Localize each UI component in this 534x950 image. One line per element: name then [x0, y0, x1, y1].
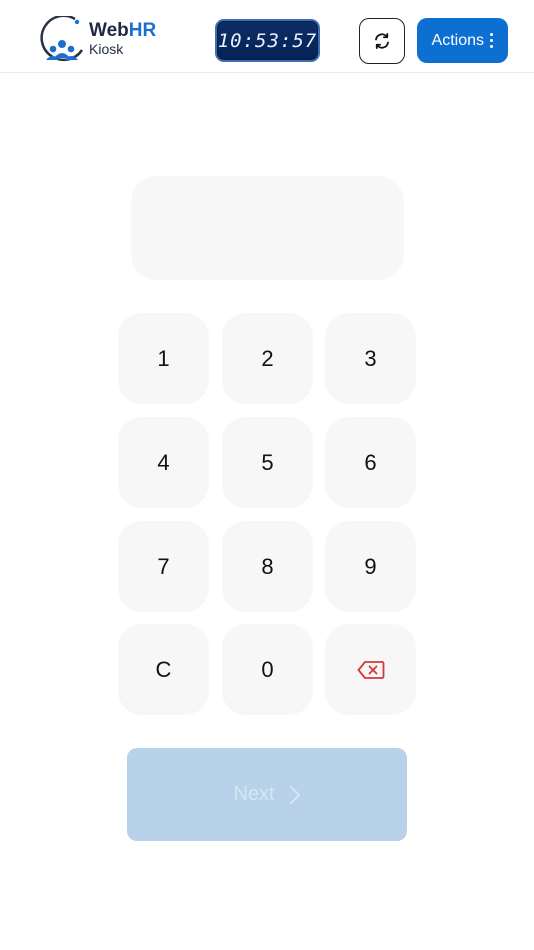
logo-subtitle: Kiosk [89, 41, 124, 57]
refresh-button[interactable] [359, 18, 405, 64]
keypad-key-5[interactable]: 5 [222, 417, 313, 508]
refresh-icon [375, 32, 389, 50]
kebab-menu-icon [489, 32, 494, 49]
keypad-key-6[interactable]: 6 [325, 417, 416, 508]
keypad-key-9[interactable]: 9 [325, 521, 416, 612]
logo-wordmark: WebHR [89, 20, 156, 42]
app-header: WebHR Kiosk 10:53:57 Actions [0, 0, 534, 73]
keypad-key-8[interactable]: 8 [222, 521, 313, 612]
keypad-key-4[interactable]: 4 [118, 417, 209, 508]
next-label: Next [233, 783, 275, 805]
digital-clock: 10:53:57 [215, 19, 320, 62]
logo-text-hr: HR [128, 20, 157, 41]
next-button[interactable]: Next [127, 748, 407, 841]
backspace-icon [357, 660, 384, 679]
keypad-backspace-button[interactable] [325, 624, 416, 715]
actions-button[interactable]: Actions [417, 18, 508, 63]
actions-label: Actions [431, 31, 484, 49]
keypad-key-7[interactable]: 7 [118, 521, 209, 612]
logo-text-web: Web [89, 20, 129, 41]
webhr-logo: WebHR Kiosk [38, 16, 168, 66]
keypad-key-2[interactable]: 2 [222, 313, 313, 404]
keypad-key-1[interactable]: 1 [118, 313, 209, 404]
keypad-clear-button[interactable]: C [118, 624, 209, 715]
keypad-key-0[interactable]: 0 [222, 624, 313, 715]
keypad-key-3[interactable]: 3 [325, 313, 416, 404]
logo-mark-icon [40, 16, 84, 62]
chevron-right-icon [289, 785, 300, 804]
pin-display [131, 176, 404, 280]
